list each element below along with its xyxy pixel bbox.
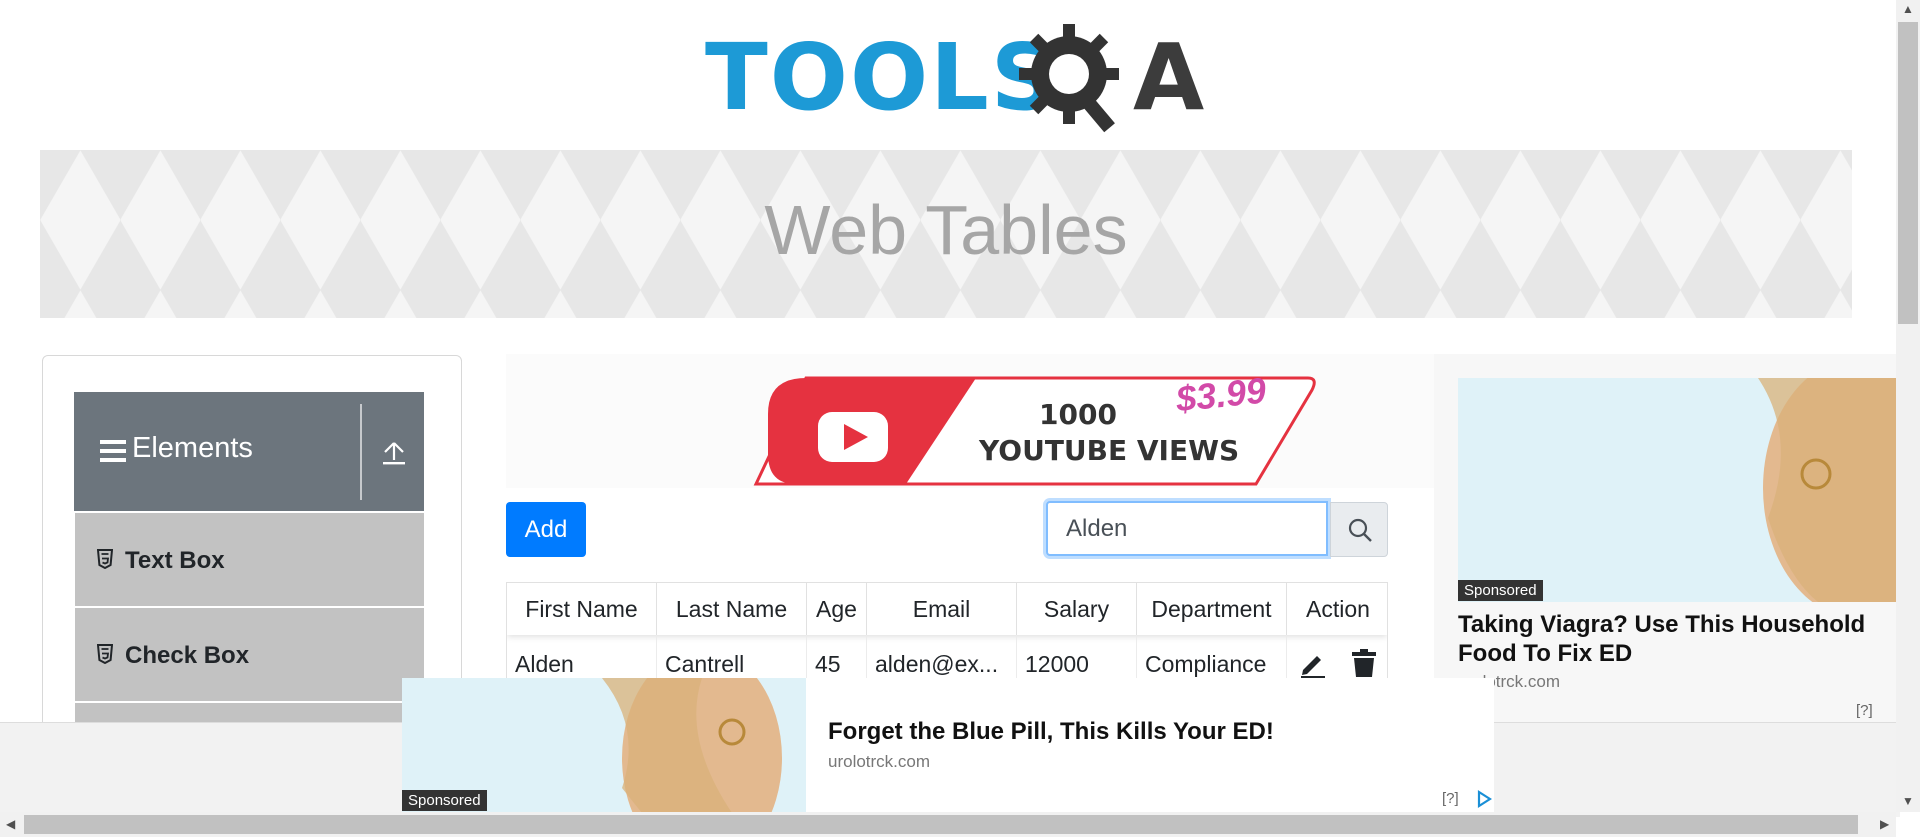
ad-title[interactable]: Taking Viagra? Use This Household Food T… [1458,610,1898,668]
right-sponsored-ad[interactable]: Sponsored Taking Viagra? Use This Househ… [1434,354,1920,724]
column-header-salary[interactable]: Salary [1017,583,1137,635]
column-header-department[interactable]: Department [1137,583,1287,635]
column-header-email[interactable]: Email [867,583,1017,635]
toolsqa-logo[interactable]: TOOLS A [705,22,1204,134]
sponsored-badge: Sponsored [402,790,487,811]
cell-email: alden@ex... [867,635,1017,679]
sidebar-group-label: Elements [132,432,253,464]
edit-icon[interactable] [1299,650,1327,678]
scroll-down-icon[interactable]: ▼ [1902,794,1914,808]
column-header-action: Action [1306,596,1370,622]
scroll-left-icon[interactable]: ◀ [6,817,15,831]
cell-age: 45 [807,635,867,679]
cell-action [1287,635,1387,679]
upload-icon[interactable] [382,440,406,466]
ad-help-link[interactable]: [?] [1442,790,1459,807]
cell-department: Compliance [1137,635,1287,679]
column-header-first-name[interactable]: First Name [507,583,657,635]
delete-icon[interactable] [1351,648,1377,678]
page-title: Web Tables [764,191,1128,269]
menu-icon [100,440,126,462]
ad-help-link[interactable]: [?] [1856,702,1873,719]
logo-text: TOOLS [705,24,1060,131]
search-icon [1348,518,1372,542]
ad-title[interactable]: Forget the Blue Pill, This Kills Your ED… [828,718,1274,746]
logo-text-a: A [1133,24,1205,131]
sidebar-group-elements[interactable]: Elements [74,392,424,511]
column-header-age[interactable]: Age [807,583,867,635]
cell-salary: 12000 [1017,635,1137,679]
add-button[interactable]: Add [506,502,586,557]
sidebar-item-check-box[interactable]: Check Box [75,608,424,703]
divider [360,404,362,500]
promo-ad[interactable]: 1000 YOUTUBE VIEWS $3.99 [506,354,1438,488]
search-button[interactable] [1330,502,1388,557]
horizontal-scroll-thumb[interactable] [24,815,1858,834]
vertical-scroll-thumb[interactable] [1898,22,1918,324]
search-input[interactable] [1046,501,1328,556]
gear-magnifier-icon [1019,24,1119,133]
ad-image [1458,378,1920,602]
search-box [1046,501,1390,560]
scroll-right-icon[interactable]: ▶ [1880,817,1889,831]
cell-last-name: Cantrell [657,635,807,679]
html5-icon [97,644,113,664]
table-header: First Name Last Name Age Email Salary De… [507,583,1387,635]
ad-domain: urolotrck.com [828,752,931,771]
promo-ad-graphic [753,376,1316,486]
column-header-last-name[interactable]: Last Name [657,583,807,635]
table-row: Alden Cantrell 45 alden@ex... 12000 Comp… [507,635,1387,679]
promo-ad-line1: 1000 [1039,398,1117,431]
sponsored-badge: Sponsored [1458,580,1543,601]
page-banner: Web Tables [40,150,1852,318]
scroll-up-icon[interactable]: ▲ [1902,2,1914,16]
bottom-sponsored-ad[interactable]: Sponsored Forget the Blue Pill, This Kil… [402,678,1494,813]
sidebar-item-label: Text Box [125,547,225,574]
sidebar-item-text-box[interactable]: Text Box [75,513,424,608]
web-table: First Name Last Name Age Email Salary De… [506,582,1388,680]
cell-first-name: Alden [507,635,657,679]
adchoices-icon[interactable] [1476,790,1492,808]
sidebar-item-label: Check Box [125,642,250,669]
promo-ad-line2: YOUTUBE VIEWS [979,434,1240,467]
html5-icon [97,549,113,569]
